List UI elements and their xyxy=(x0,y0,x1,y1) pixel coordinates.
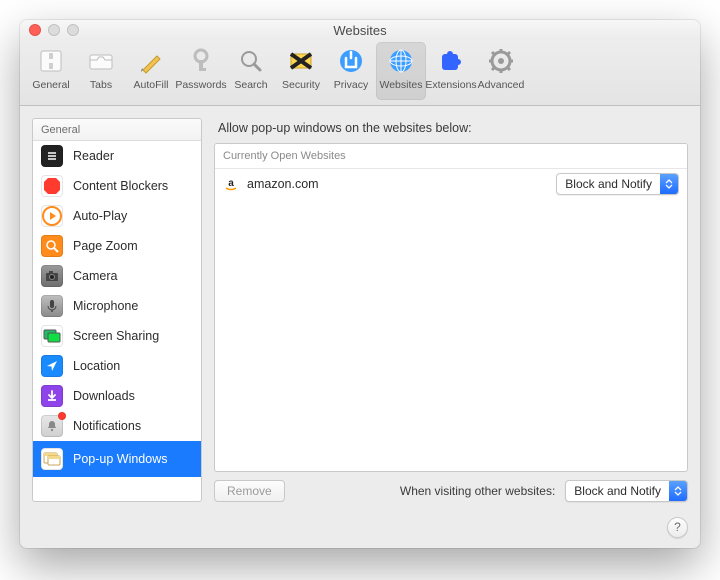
sidebar-header: General xyxy=(33,119,201,141)
tabs-icon xyxy=(86,46,116,76)
sidebar-item-label: Microphone xyxy=(73,299,138,313)
titlebar: Websites xyxy=(20,20,700,40)
website-row-policy-value: Block and Notify xyxy=(557,174,660,194)
preferences-toolbar: General Tabs AutoFill Passwords Search xyxy=(20,40,700,106)
downloads-icon xyxy=(41,385,63,407)
sidebar-item-location[interactable]: Location xyxy=(33,351,201,381)
reader-icon xyxy=(41,145,63,167)
screen-sharing-icon xyxy=(41,325,63,347)
sidebar-item-label: Downloads xyxy=(73,389,135,403)
sidebar-item-camera[interactable]: Camera xyxy=(33,261,201,291)
sidebar-item-label: Notifications xyxy=(73,419,141,433)
websites-list: Currently Open Websites a amazon.com Blo… xyxy=(214,143,688,472)
websites-list-header: Currently Open Websites xyxy=(215,144,687,169)
camera-icon xyxy=(41,265,63,287)
websites-icon xyxy=(386,46,416,76)
website-row[interactable]: a amazon.com Block and Notify xyxy=(215,169,687,199)
tab-privacy[interactable]: Privacy xyxy=(326,42,376,100)
main-heading: Allow pop-up windows on the websites bel… xyxy=(218,121,688,135)
passwords-icon xyxy=(186,46,216,76)
sidebar-item-auto-play[interactable]: Auto-Play xyxy=(33,201,201,231)
tab-websites[interactable]: Websites xyxy=(376,42,426,100)
tab-security[interactable]: Security xyxy=(276,42,326,100)
microphone-icon xyxy=(41,295,63,317)
search-icon xyxy=(236,46,266,76)
security-icon xyxy=(286,46,316,76)
extensions-icon xyxy=(436,46,466,76)
sidebar-item-label: Content Blockers xyxy=(73,179,168,193)
window-title: Websites xyxy=(20,23,700,38)
zoom-window-button[interactable] xyxy=(67,24,79,36)
sidebar-item-label: Camera xyxy=(73,269,117,283)
advanced-icon xyxy=(486,46,516,76)
pop-up-windows-icon xyxy=(41,448,63,470)
main-panel: Allow pop-up windows on the websites bel… xyxy=(214,118,688,502)
sidebar-item-label: Page Zoom xyxy=(73,239,138,253)
svg-text:a: a xyxy=(228,178,234,189)
website-row-policy-select[interactable]: Block and Notify xyxy=(556,173,679,195)
tab-tabs[interactable]: Tabs xyxy=(76,42,126,100)
select-arrows-icon xyxy=(669,481,687,501)
tab-search[interactable]: Search xyxy=(226,42,276,100)
other-websites-policy-value: Block and Notify xyxy=(566,481,669,501)
websites-list-body: a amazon.com Block and Notify xyxy=(215,169,687,471)
sidebar-item-screen-sharing[interactable]: Screen Sharing xyxy=(33,321,201,351)
remove-button[interactable]: Remove xyxy=(214,480,285,502)
sidebar-item-label: Reader xyxy=(73,149,114,163)
tab-advanced[interactable]: Advanced xyxy=(476,42,526,100)
general-icon xyxy=(36,46,66,76)
location-icon xyxy=(41,355,63,377)
sidebar-item-label: Screen Sharing xyxy=(73,329,159,343)
page-zoom-icon xyxy=(41,235,63,257)
close-window-button[interactable] xyxy=(29,24,41,36)
minimize-window-button[interactable] xyxy=(48,24,60,36)
sidebar-item-reader[interactable]: Reader xyxy=(33,141,201,171)
window-body: General Reader Content Blockers xyxy=(20,106,700,514)
other-websites-policy-select[interactable]: Block and Notify xyxy=(565,480,688,502)
sidebar-item-microphone[interactable]: Microphone xyxy=(33,291,201,321)
sidebar-item-page-zoom[interactable]: Page Zoom xyxy=(33,231,201,261)
sidebar-item-content-blockers[interactable]: Content Blockers xyxy=(33,171,201,201)
tab-passwords[interactable]: Passwords xyxy=(176,42,226,100)
tab-autofill[interactable]: AutoFill xyxy=(126,42,176,100)
notifications-icon xyxy=(41,415,63,437)
footer: ? xyxy=(20,514,700,548)
auto-play-icon xyxy=(41,205,63,227)
sidebar: General Reader Content Blockers xyxy=(32,118,202,502)
sidebar-item-label: Pop-up Windows xyxy=(73,452,168,466)
sidebar-list: Reader Content Blockers Auto-Play xyxy=(33,141,201,501)
sidebar-item-downloads[interactable]: Downloads xyxy=(33,381,201,411)
bottom-bar: Remove When visiting other websites: Blo… xyxy=(214,472,688,502)
window-controls xyxy=(29,24,79,36)
sidebar-item-notifications[interactable]: Notifications xyxy=(33,411,201,441)
sidebar-item-label: Auto-Play xyxy=(73,209,127,223)
tab-extensions[interactable]: Extensions xyxy=(426,42,476,100)
sidebar-item-pop-up-windows[interactable]: Pop-up Windows xyxy=(33,441,201,477)
select-arrows-icon xyxy=(660,174,678,194)
help-button[interactable]: ? xyxy=(667,517,688,538)
autofill-icon xyxy=(136,46,166,76)
tab-general[interactable]: General xyxy=(26,42,76,100)
preferences-window: Websites General Tabs AutoFill Passwords xyxy=(20,20,700,548)
privacy-icon xyxy=(336,46,366,76)
amazon-favicon-icon: a xyxy=(223,176,239,192)
content-blockers-icon xyxy=(41,175,63,197)
sidebar-item-label: Location xyxy=(73,359,120,373)
notification-badge-icon xyxy=(58,412,66,420)
website-row-site: amazon.com xyxy=(247,177,556,191)
other-websites-label: When visiting other websites: xyxy=(400,484,555,498)
